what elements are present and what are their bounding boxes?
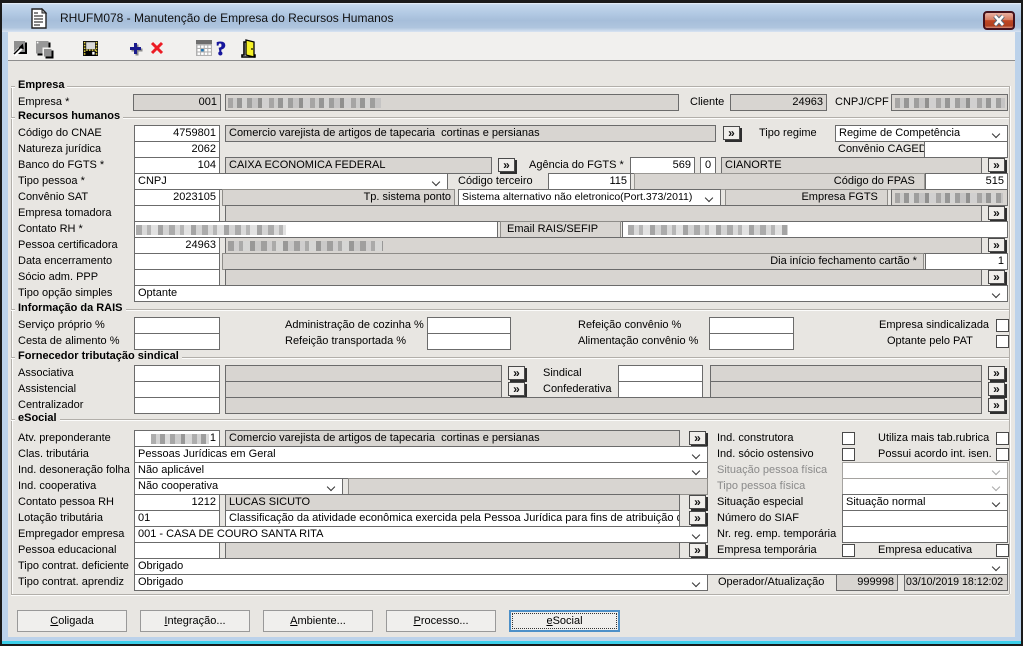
svg-text:?: ? <box>216 38 226 60</box>
